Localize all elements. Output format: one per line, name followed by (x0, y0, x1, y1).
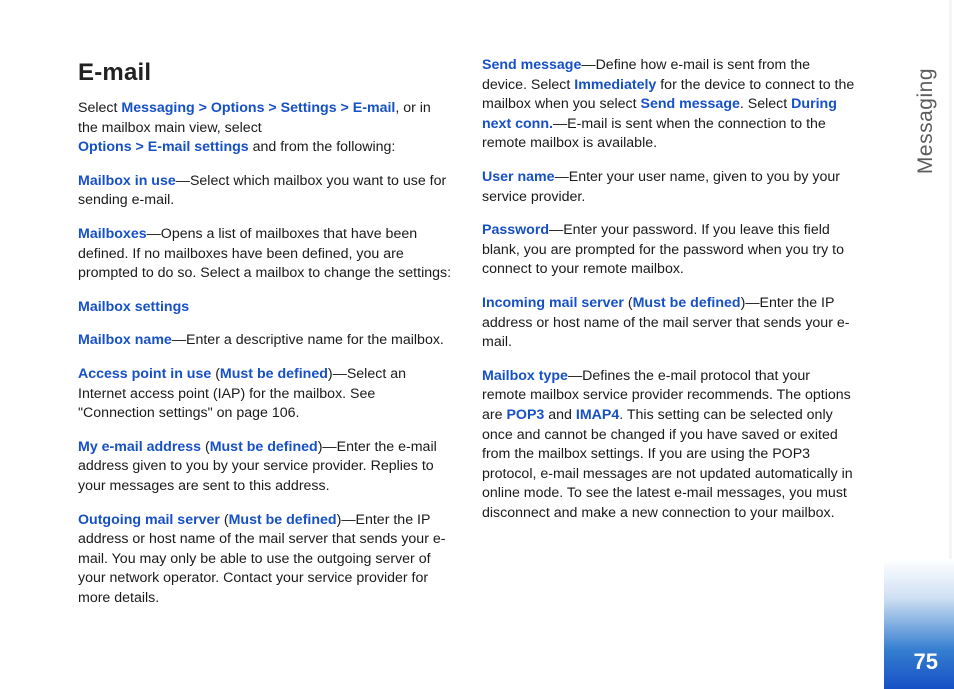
mailboxes: Mailboxes—Opens a list of mailboxes that… (78, 225, 454, 284)
term: My e-mail address (78, 439, 201, 455)
must-define: Must be defined (633, 295, 741, 311)
mailbox-name: Mailbox name—Enter a descriptive name fo… (78, 331, 454, 351)
text: and (544, 407, 576, 423)
chapter-label: Messaging (914, 68, 938, 174)
nav-path-alt: Options > E-mail settings (78, 139, 249, 155)
opt-imap4: IMAP4 (576, 407, 619, 423)
page-number: 75 (914, 649, 938, 675)
term: Incoming mail server (482, 295, 624, 311)
section-title: E-mail (78, 56, 454, 89)
text: . This setting can be selected only once… (482, 407, 853, 521)
opt-send-message: Send message (641, 96, 740, 112)
must-define: Must be defined (210, 439, 318, 455)
incoming-server: Incoming mail server (Must be defined)—E… (482, 294, 858, 353)
text: . Select (740, 96, 791, 112)
nav-path: Messaging > Options > Settings > E-mail (121, 100, 395, 116)
text: ( (220, 512, 229, 528)
manual-page: Messaging E-mail Select Messaging > Opti… (0, 0, 954, 689)
mailbox-type: Mailbox type—Defines the e-mail protocol… (482, 367, 858, 524)
mailbox-in-use: Mailbox in use—Select which mailbox you … (78, 172, 454, 211)
outgoing-server: Outgoing mail server (Must be defined)—E… (78, 511, 454, 609)
my-email-address: My e-mail address (Must be defined)—Ente… (78, 438, 454, 497)
term: Mailbox in use (78, 173, 176, 189)
term: Password (482, 222, 549, 238)
opt-pop3: POP3 (506, 407, 544, 423)
text: ( (201, 439, 210, 455)
term: Outgoing mail server (78, 512, 220, 528)
text: —Enter a descriptive name for the mailbo… (172, 332, 444, 348)
content-area: E-mail Select Messaging > Options > Sett… (78, 56, 858, 623)
term: User name (482, 169, 555, 185)
password: Password—Enter your password. If you lea… (482, 221, 858, 280)
term: Send message (482, 57, 581, 73)
term: Mailbox name (78, 332, 172, 348)
opt-immediately: Immediately (574, 77, 656, 93)
must-define: Must be defined (220, 366, 328, 382)
user-name: User name—Enter your user name, given to… (482, 168, 858, 207)
term: Access point in use (78, 366, 211, 382)
must-define: Must be defined (229, 512, 337, 528)
term: Mailbox type (482, 368, 568, 384)
text: and from the following: (249, 139, 396, 155)
term: Mailboxes (78, 226, 147, 242)
access-point: Access point in use (Must be defined)—Se… (78, 365, 454, 424)
column-left: E-mail Select Messaging > Options > Sett… (78, 56, 454, 623)
text: ( (211, 366, 220, 382)
mailbox-settings-header: Mailbox settings (78, 298, 454, 318)
intro-paragraph: Select Messaging > Options > Settings > … (78, 99, 454, 158)
send-message: Send message—Define how e-mail is sent f… (482, 56, 858, 154)
column-right: Send message—Define how e-mail is sent f… (482, 56, 858, 623)
text: Select (78, 100, 121, 116)
term: Mailbox settings (78, 299, 189, 315)
text: ( (624, 295, 633, 311)
